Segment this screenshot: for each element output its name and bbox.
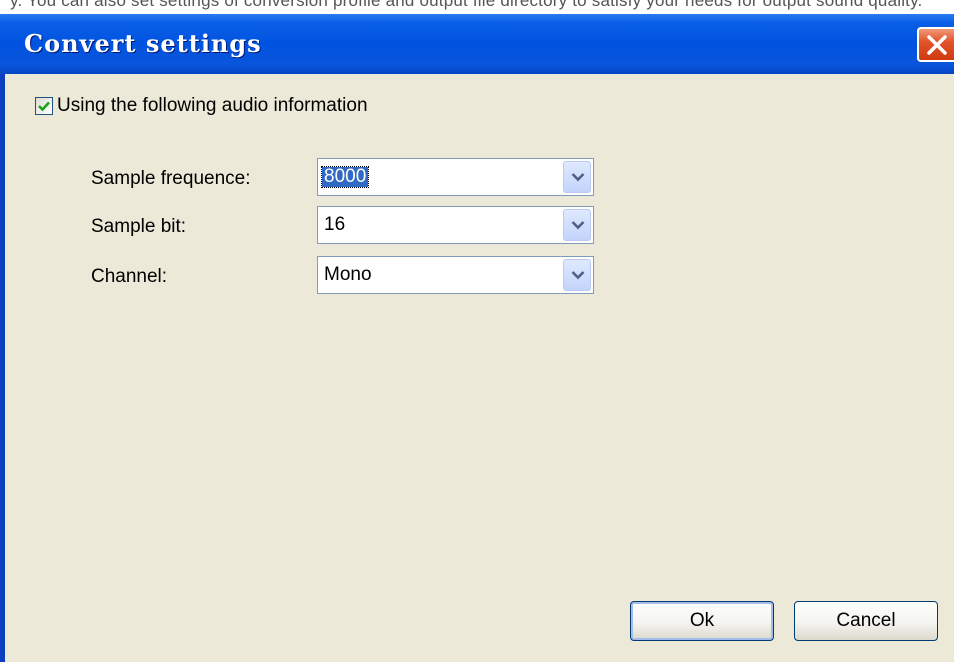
dialog-body: Using the following audio information Sa… [5,74,954,662]
close-icon [927,35,947,55]
chevron-down-icon [571,271,585,280]
channel-dropdown-button[interactable] [563,259,591,291]
sample-bit-select[interactable]: 16 [317,206,594,244]
sample-bit-value: 16 [324,214,346,235]
use-audio-info-checkbox[interactable] [35,97,53,115]
close-button[interactable] [917,27,954,62]
channel-select[interactable]: Mono [317,256,594,294]
checkmark-icon [38,101,50,112]
convert-settings-dialog: Convert settings Using the following aud… [0,14,954,662]
chevron-down-icon [571,173,585,182]
sample-frequence-dropdown-button[interactable] [563,161,591,193]
ok-button[interactable]: Ok [630,601,774,641]
background-window-text: y. You can also set settings of conversi… [10,0,923,10]
dialog-title: Convert settings [24,29,262,58]
sample-frequence-select[interactable]: 8000 [317,158,594,196]
sample-bit-label: Sample bit: [91,216,187,237]
chevron-down-icon [571,221,585,230]
channel-label: Channel: [91,266,168,287]
title-bar[interactable]: Convert settings [0,14,954,74]
sample-bit-dropdown-button[interactable] [563,209,591,241]
use-audio-info-label: Using the following audio information [57,95,368,116]
channel-value: Mono [324,264,372,285]
sample-frequence-value: 8000 [320,166,370,188]
background-window-text-strip: y. You can also set settings of conversi… [0,0,954,14]
sample-frequence-label: Sample frequence: [91,168,251,189]
cancel-button[interactable]: Cancel [794,601,938,641]
use-audio-info-checkbox-row[interactable]: Using the following audio information [35,94,368,118]
